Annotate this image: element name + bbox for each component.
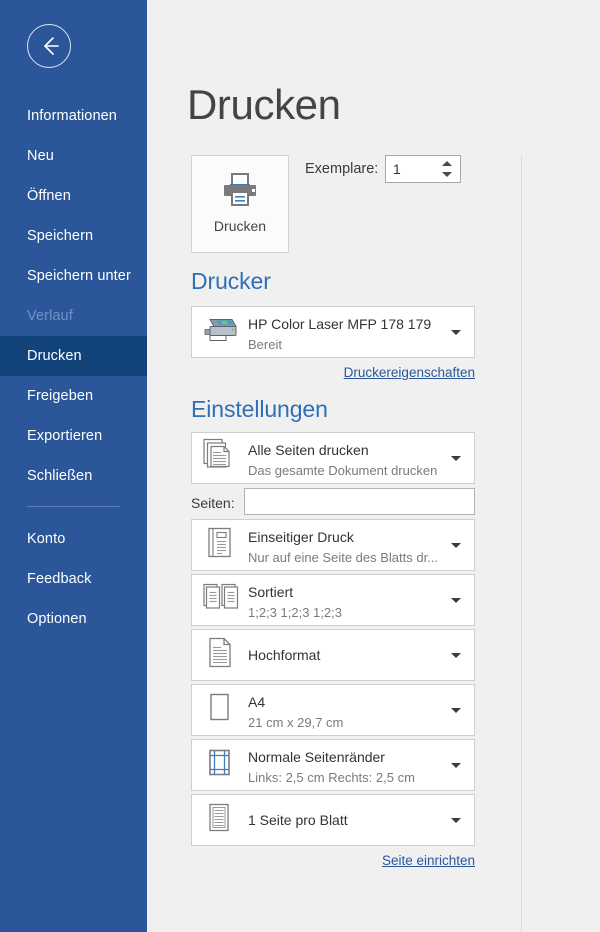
paper-size-subtitle: 21 cm x 29,7 cm [248,715,344,730]
margins-icon [203,746,235,785]
paper-size-title: A4 [248,694,266,710]
orientation-select[interactable]: Hochformat [191,629,475,681]
collation-text: Sortiert 1;2;3 1;2;3 1;2;3 [248,584,440,620]
printer-select[interactable]: HP Color Laser MFP 178 179 Bereit [191,306,475,358]
pages-label: Seiten: [191,495,235,511]
sidebar-item-label: Verlauf [27,308,73,324]
pages-per-sheet-title: 1 Seite pro Blatt [248,812,348,828]
sidebar-item-label: Optionen [27,611,87,627]
chevron-down-icon[interactable] [451,708,461,713]
spinner-down-icon[interactable] [442,172,452,177]
chevron-down-icon[interactable] [451,598,461,603]
chevron-down-icon[interactable] [451,456,461,461]
sidebar-item-speichern-unter[interactable]: Speichern unter [0,256,147,296]
one-sided-icon [203,526,235,565]
sidebar-item-label: Schließen [27,468,93,484]
pages-per-sheet-text: 1 Seite pro Blatt [248,812,440,828]
collation-title: Sortiert [248,584,294,600]
sidebar-item-optionen[interactable]: Optionen [0,599,147,639]
sidebar-item-feedback[interactable]: Feedback [0,559,147,599]
collated-icon [203,581,241,620]
chevron-down-icon[interactable] [451,763,461,768]
sidebar-item-label: Konto [27,531,66,547]
print-sides-select[interactable]: Einseitiger Druck Nur auf eine Seite des… [191,519,475,571]
print-range-subtitle: Das gesamte Dokument drucken [248,463,438,478]
printer-name: HP Color Laser MFP 178 179 [248,316,432,332]
printer-select-text: HP Color Laser MFP 178 179 Bereit [248,316,440,352]
margins-select[interactable]: Normale Seitenränder Links: 2,5 cm Recht… [191,739,475,791]
sidebar-item-label: Speichern unter [27,268,131,284]
print-range-text: Alle Seiten drucken Das gesamte Dokument… [248,442,440,478]
settings-section-heading: Einstellungen [191,396,328,422]
page-setup-link[interactable]: Seite einrichten [382,853,475,868]
printer-properties-link[interactable]: Druckereigenschaften [344,365,475,380]
sidebar-item-exportieren[interactable]: Exportieren [0,416,147,456]
margins-subtitle: Links: 2,5 cm Rechts: 2,5 cm [248,770,415,785]
sidebar-item-label: Exportieren [27,428,103,444]
sidebar-item-speichern[interactable]: Speichern [0,216,147,256]
print-backstage-screen: Informationen Neu Öffnen Speichern Speic… [0,0,600,932]
sidebar-item-label: Neu [27,148,54,164]
sidebar-item-label: Speichern [27,228,94,244]
pages-input[interactable] [244,488,475,515]
paper-size-text: A4 21 cm x 29,7 cm [248,694,440,730]
chevron-down-icon[interactable] [451,818,461,823]
back-button[interactable] [27,24,71,68]
sidebar-item-freigeben[interactable]: Freigeben [0,376,147,416]
margins-text: Normale Seitenränder Links: 2,5 cm Recht… [248,749,440,785]
printer-section-heading: Drucker [191,268,271,294]
margins-title: Normale Seitenränder [248,749,385,765]
pages-per-sheet-select[interactable]: 1 Seite pro Blatt [191,794,475,846]
portrait-icon [203,636,235,675]
printer-icon [221,172,259,213]
back-arrow-icon [28,25,70,67]
all-pages-icon [203,438,235,478]
orientation-title: Hochformat [248,647,321,663]
sidebar-item-label: Öffnen [27,188,71,204]
copies-spin-buttons [440,156,456,182]
print-button-label: Drucken [213,218,267,234]
sidebar-item-neu[interactable]: Neu [0,136,147,176]
print-sides-subtitle: Nur auf eine Seite des Blatts dr... [248,550,439,565]
sidebar-item-label: Freigeben [27,388,94,404]
collation-subtitle: 1;2;3 1;2;3 1;2;3 [248,605,342,620]
sidebar-divider [27,506,120,507]
copies-stepper[interactable] [385,155,461,183]
page-title: Drucken [187,81,341,128]
paper-size-select[interactable]: A4 21 cm x 29,7 cm [191,684,475,736]
sidebar-item-oeffnen[interactable]: Öffnen [0,176,147,216]
printer-status: Bereit [248,337,282,352]
print-sides-title: Einseitiger Druck [248,529,354,545]
copies-label: Exemplare: [305,161,379,177]
collation-select[interactable]: Sortiert 1;2;3 1;2;3 1;2;3 [191,574,475,626]
chevron-down-icon[interactable] [451,543,461,548]
copies-input[interactable] [386,156,440,182]
pages-per-sheet-icon [203,801,235,840]
sidebar: Informationen Neu Öffnen Speichern Speic… [0,0,147,932]
sidebar-item-konto[interactable]: Konto [0,519,147,559]
sidebar-item-verlauf: Verlauf [0,296,147,336]
orientation-text: Hochformat [248,647,440,663]
printer-device-icon [203,316,239,349]
paper-icon [203,691,235,730]
sidebar-item-label: Informationen [27,108,117,124]
sidebar-item-label: Feedback [27,571,92,587]
chevron-down-icon[interactable] [451,330,461,335]
print-settings-pane: Drucken Drucken Exemplare: 1 Drucker HP … [147,0,600,932]
spinner-up-icon[interactable] [442,161,452,166]
print-sides-text: Einseitiger Druck Nur auf eine Seite des… [248,529,440,565]
sidebar-item-label: Drucken [27,348,82,364]
print-range-title: Alle Seiten drucken [248,442,369,458]
sidebar-item-drucken[interactable]: Drucken [0,336,147,376]
pane-divider [521,155,522,932]
sidebar-nav: Informationen Neu Öffnen Speichern Speic… [0,96,147,639]
sidebar-item-schliessen[interactable]: Schließen [0,456,147,496]
sidebar-item-informationen[interactable]: Informationen [0,96,147,136]
print-button[interactable]: Drucken [191,155,289,253]
print-range-select[interactable]: Alle Seiten drucken Das gesamte Dokument… [191,432,475,484]
chevron-down-icon[interactable] [451,653,461,658]
